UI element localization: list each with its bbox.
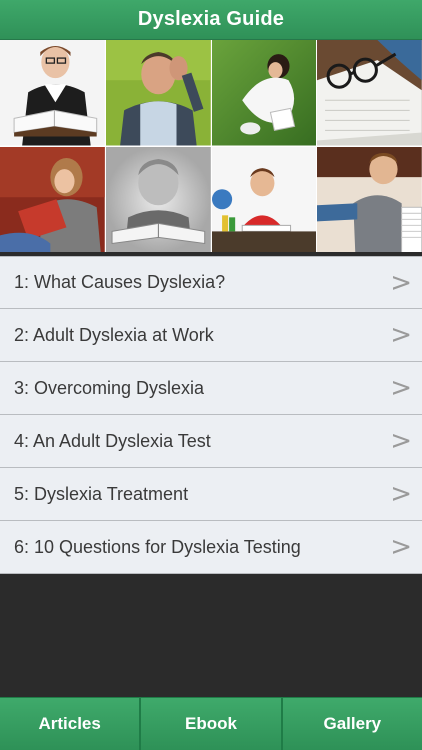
article-row-2[interactable]: 2: Adult Dyslexia at Work > [0,309,422,362]
chevron-right-icon: > [390,426,412,456]
tab-articles[interactable]: Articles [0,698,140,750]
chevron-right-icon: > [390,479,412,509]
photo-boy-reading-bw[interactable] [105,146,211,252]
chevron-right-icon: > [390,532,412,562]
article-row-1[interactable]: 1: What Causes Dyslexia? > [0,256,422,309]
title-bar: Dyslexia Guide [0,0,422,40]
photo-boy-reading-at-desk[interactable] [211,146,317,252]
article-label: 2: Adult Dyslexia at Work [14,324,214,345]
photo-boy-with-books[interactable] [317,146,422,252]
article-row-4[interactable]: 4: An Adult Dyslexia Test > [0,415,422,468]
chevron-right-icon: > [390,373,412,403]
article-label: 4: An Adult Dyslexia Test [14,430,211,451]
article-row-3[interactable]: 3: Overcoming Dyslexia > [0,362,422,415]
article-row-5[interactable]: 5: Dyslexia Treatment > [0,468,422,521]
chevron-right-icon: > [390,267,412,298]
article-label: 6: 10 Questions for Dyslexia Testing [14,536,301,557]
tab-ebook[interactable]: Ebook [141,698,281,750]
article-list: 1: What Causes Dyslexia? > 2: Adult Dysl… [0,256,422,574]
photo-girl-reading-on-grass[interactable] [211,40,317,146]
app-title: Dyslexia Guide [137,8,285,30]
photo-gallery [0,40,422,252]
chevron-right-icon: > [390,320,412,350]
tab-bar: Articles Ebook Gallery [0,697,422,750]
article-label: 3: Overcoming Dyslexia [14,377,205,398]
photo-man-headache[interactable] [105,40,211,146]
photo-woman-reading-book[interactable] [0,40,105,146]
tab-gallery[interactable]: Gallery [282,698,422,750]
photo-girl-reading-on-couch[interactable] [0,146,105,252]
article-label: 5: Dyslexia Treatment [14,483,189,504]
photo-glasses-on-book[interactable] [317,40,422,146]
article-label: 1: What Causes Dyslexia? [14,272,226,292]
article-row-6[interactable]: 6: 10 Questions for Dyslexia Testing > [0,521,422,574]
